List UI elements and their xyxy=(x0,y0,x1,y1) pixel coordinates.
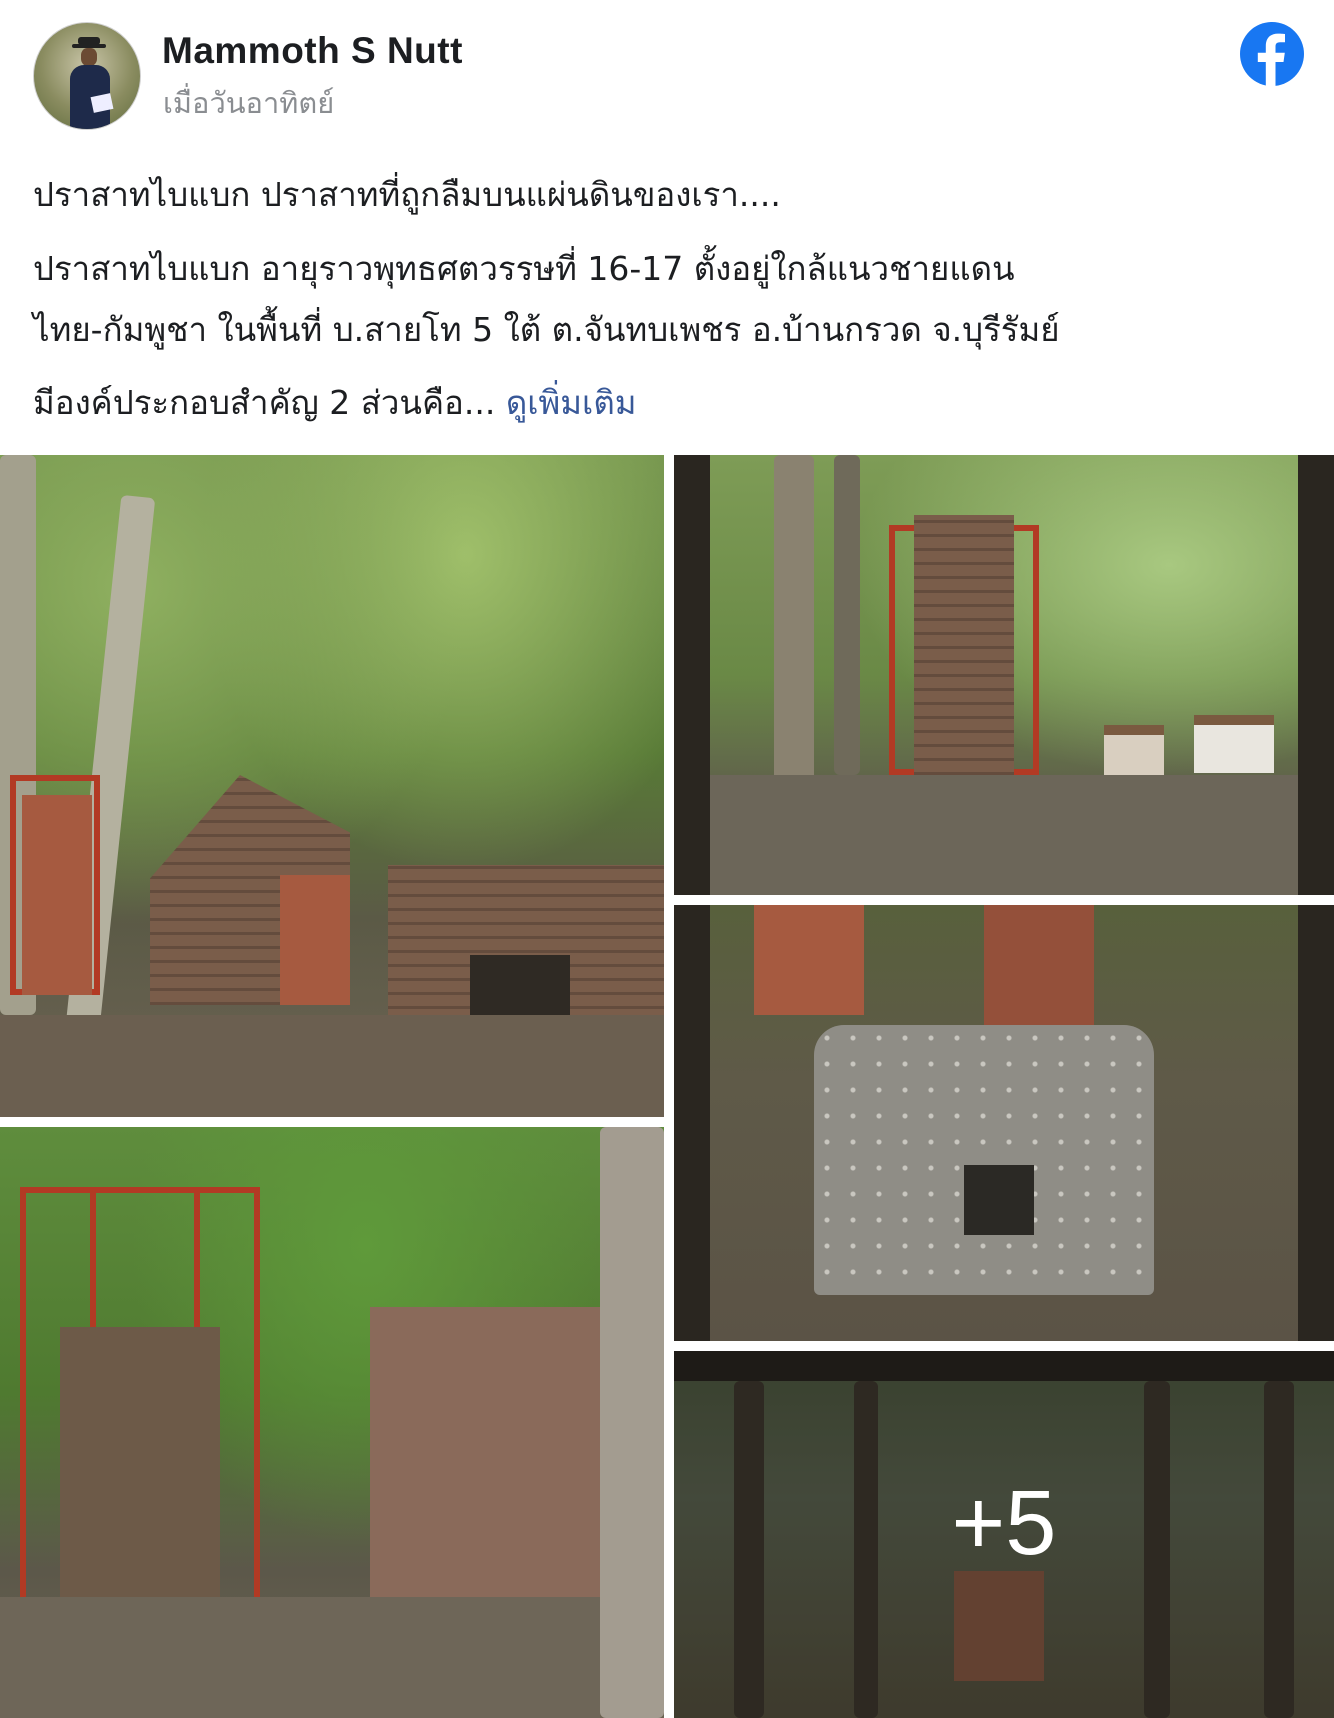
tree-trunk xyxy=(774,455,814,785)
carved-stone xyxy=(814,1025,1154,1295)
post-text-line-1: ปราสาทไบแบก อายุราวพุทธศตวรรษที่ 16-17 ต… xyxy=(33,249,1015,288)
frame-edge xyxy=(674,455,710,895)
facebook-post: Mammoth S Nutt เมื่อวันอาทิตย์ ปราสาทไบแ… xyxy=(0,0,1334,1718)
post-text-line-2: ไทย-กัมพูชา ในพื้นที่ บ.สายโท 5 ใต้ ต.จั… xyxy=(33,310,1060,349)
author-name[interactable]: Mammoth S Nutt xyxy=(162,30,463,72)
brick-tower xyxy=(60,1327,220,1597)
post-photo-5[interactable]: +5 xyxy=(674,1351,1334,1718)
frame-edge xyxy=(1298,455,1334,895)
hut xyxy=(1104,725,1164,775)
post-title: ปราสาทไบแบก ปราสาทที่ถูกลืมบนแผ่นดินของเ… xyxy=(33,175,781,214)
post-photo-3[interactable] xyxy=(674,905,1334,1341)
more-photos-overlay[interactable]: +5 xyxy=(674,1351,1334,1718)
avatar-head xyxy=(81,48,97,66)
post-text-excerpt: มีองค์ประกอบสำคัญ 2 ส่วนคือ... xyxy=(33,383,496,422)
ground xyxy=(710,775,1310,895)
stone-hole xyxy=(964,1165,1034,1235)
brick-ruin xyxy=(370,1307,620,1637)
brick-ruin-red xyxy=(280,875,350,1005)
ground xyxy=(0,1597,600,1718)
tree-trunk xyxy=(834,455,860,775)
avatar-paper xyxy=(90,93,114,113)
ground xyxy=(0,1015,664,1117)
post-photo-2[interactable] xyxy=(674,455,1334,895)
brick-ruin xyxy=(984,905,1094,1025)
post-timestamp[interactable]: เมื่อวันอาทิตย์ xyxy=(163,80,334,126)
frame-edge xyxy=(1298,905,1334,1341)
hut xyxy=(1194,715,1274,773)
tree-trunk xyxy=(600,1127,664,1718)
frame-edge xyxy=(674,905,710,1341)
see-more-link[interactable]: ดูเพิ่มเติม xyxy=(506,383,637,422)
author-avatar[interactable] xyxy=(33,22,141,130)
post-photo-1[interactable] xyxy=(0,455,664,1117)
post-photo-4[interactable] xyxy=(0,1127,664,1718)
post-text-line-3: มีองค์ประกอบสำคัญ 2 ส่วนคือ... ดูเพิ่มเต… xyxy=(33,376,637,429)
brick-tower xyxy=(914,515,1014,775)
facebook-icon xyxy=(1240,22,1304,86)
brick-tower xyxy=(22,795,92,995)
more-photos-count: +5 xyxy=(951,1472,1057,1574)
brick-ruin xyxy=(754,905,864,1015)
